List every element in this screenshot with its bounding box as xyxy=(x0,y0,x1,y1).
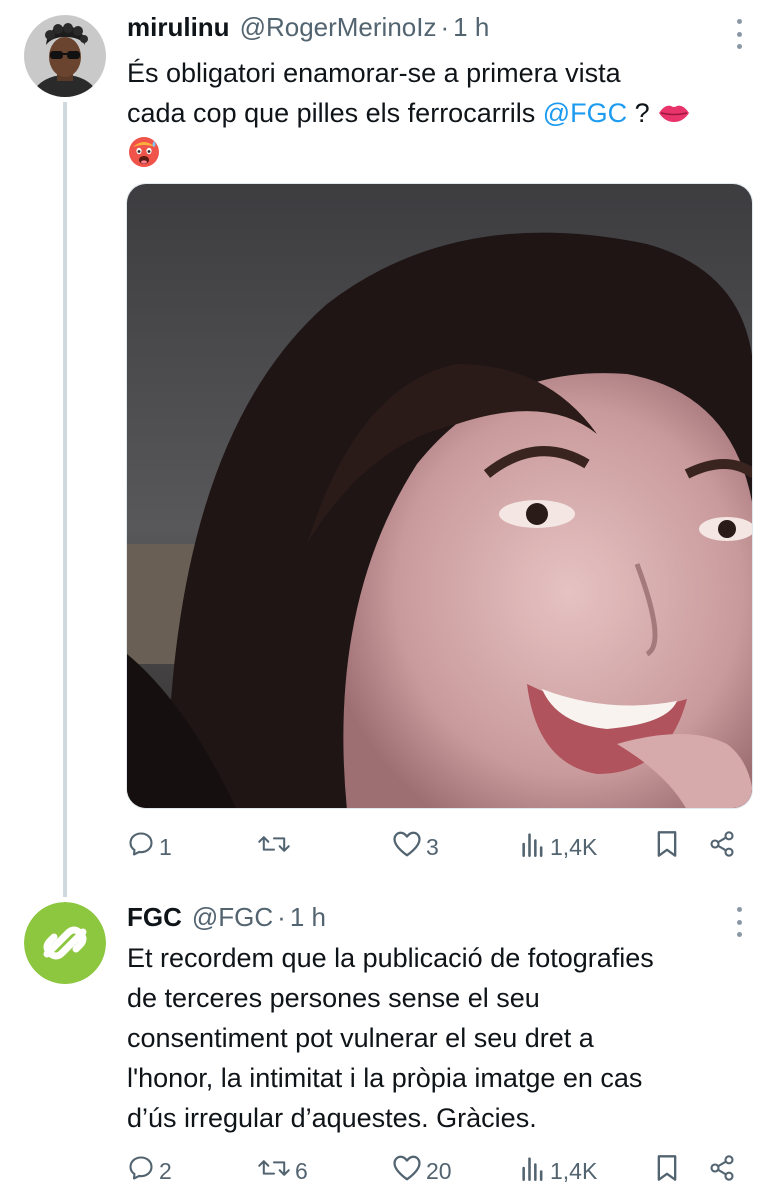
tweet-photo[interactable] xyxy=(126,183,753,809)
lips-emoji xyxy=(657,95,691,135)
retweet-icon xyxy=(257,830,291,864)
tweet-header: mirulinu @RogerMerinoIz · 1 h xyxy=(127,12,489,46)
avatar[interactable] xyxy=(24,15,106,97)
thread-line xyxy=(63,102,67,897)
tweet-mirulinu: mirulinu @RogerMerinoIz · 1 h És obligat… xyxy=(0,0,777,897)
mention-link[interactable]: @FGC xyxy=(543,98,627,128)
reply-icon xyxy=(127,830,155,864)
retweet-button[interactable]: 6 xyxy=(257,1151,308,1191)
author-name[interactable]: mirulinu xyxy=(127,12,230,43)
bookmark-icon xyxy=(655,830,679,864)
like-icon xyxy=(392,830,422,864)
reply-button[interactable]: 1 xyxy=(127,827,172,867)
author-name[interactable]: FGC xyxy=(127,902,182,933)
reply-count: 2 xyxy=(159,1157,172,1184)
views-button[interactable]: 1,4K xyxy=(520,1151,597,1191)
tweet-text-line: És obligatori enamorar-se a primera vist… xyxy=(127,58,621,88)
more-icon[interactable] xyxy=(735,907,743,937)
reply-count: 1 xyxy=(159,833,172,860)
tweet-fgc: FGC @FGC · 1 h Et recordem que la public… xyxy=(0,890,777,1200)
tweet-text-line: cada cop que pilles els ferrocarrils @FG… xyxy=(127,93,757,135)
retweet-count: 6 xyxy=(295,1157,308,1184)
like-button[interactable]: 20 xyxy=(392,1151,452,1191)
retweet-icon xyxy=(257,1154,291,1188)
reply-button[interactable]: 2 xyxy=(127,1151,172,1191)
reply-icon xyxy=(127,1154,155,1188)
separator-dot: · xyxy=(440,12,450,42)
bookmark-icon xyxy=(655,1154,679,1188)
views-count: 1,4K xyxy=(550,833,598,860)
like-count: 20 xyxy=(426,1157,452,1184)
more-icon[interactable] xyxy=(735,19,743,49)
timestamp[interactable]: 1 h xyxy=(290,902,326,933)
tweet-text-line xyxy=(127,135,757,180)
like-count: 3 xyxy=(426,833,439,860)
like-button[interactable]: 3 xyxy=(392,827,439,867)
tweet-text-line: consentiment pot vulnerar el seu dret a xyxy=(127,1023,594,1053)
share-icon xyxy=(708,1154,736,1188)
avatar[interactable] xyxy=(24,902,106,984)
author-handle[interactable]: @RogerMerinoIz xyxy=(240,12,437,43)
share-button[interactable] xyxy=(708,1151,736,1191)
like-icon xyxy=(392,1154,422,1188)
tweet-text-line: Et recordem que la publicació de fotogra… xyxy=(127,943,654,973)
bookmark-button[interactable] xyxy=(655,827,679,867)
author-handle[interactable]: @FGC xyxy=(192,902,273,933)
views-icon xyxy=(520,1154,546,1188)
share-button[interactable] xyxy=(708,827,736,867)
share-icon xyxy=(708,830,736,864)
views-button[interactable]: 1,4K xyxy=(520,827,597,867)
tweet-actions: 2 6 20 1,4K xyxy=(0,1151,777,1191)
retweet-button[interactable] xyxy=(257,827,295,867)
separator-dot: · xyxy=(277,902,286,932)
tweet-text-line: l'honor, la intimitat i la pròpia imatge… xyxy=(127,1063,643,1093)
tweet-actions: 1 3 1,4K xyxy=(0,827,777,867)
views-count: 1,4K xyxy=(550,1157,598,1184)
tweet-header: FGC @FGC · 1 h xyxy=(127,902,326,936)
timestamp[interactable]: 1 h xyxy=(453,12,489,43)
tweet-text-line: d’ús irregular d’aquestes. Gràcies. xyxy=(127,1103,537,1133)
tweet-text: És obligatori enamorar-se a primera vist… xyxy=(127,53,757,180)
tweet-text-line: de terceres persones sense el seu xyxy=(127,983,540,1013)
bookmark-button[interactable] xyxy=(655,1151,679,1191)
hot-face-emoji xyxy=(127,135,161,180)
tweet-text: Et recordem que la publicació de fotogra… xyxy=(127,938,757,1138)
views-icon xyxy=(520,830,546,864)
